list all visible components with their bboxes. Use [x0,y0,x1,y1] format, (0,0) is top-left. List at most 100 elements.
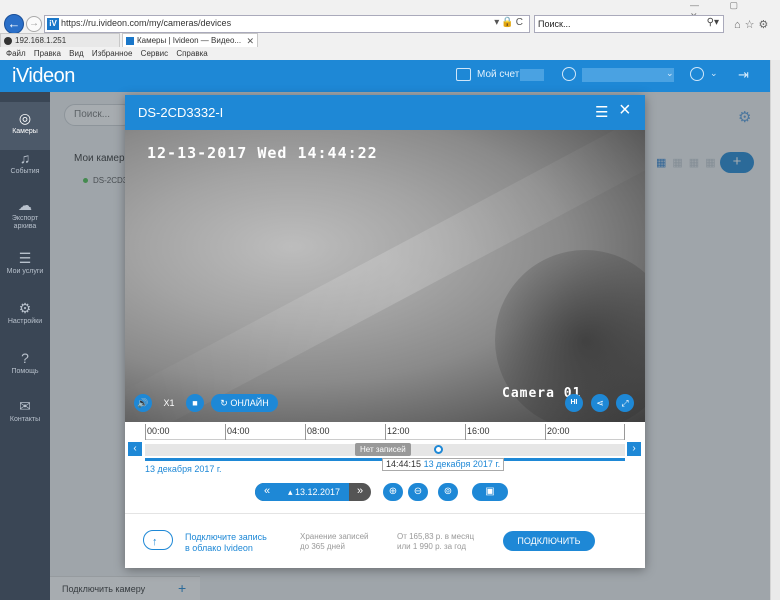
sidebar-item-services[interactable]: ☰ Мои услуги [0,242,50,290]
quality-button[interactable]: HI [565,394,583,412]
question-icon: ? [21,350,29,366]
timeline-cursor-tooltip: 14:44:15 13 декабря 2017 г. [382,458,505,471]
sidebar-item-settings[interactable]: ⚙ Настройки [0,292,50,340]
volume-button[interactable]: 🔊 [134,394,152,412]
search-icon[interactable]: ⚲▾ [707,17,719,28]
promo-text-line: до 365 дней [300,542,345,551]
video-timestamp: 12-13-2017 Wed 14:44:22 [147,144,378,162]
promo-text-line: или 1 990 р. за год [397,542,466,551]
sidebar-item-export[interactable]: ☁ Экспорт архива [0,189,50,237]
browser-toolbar-icons[interactable]: ⌂☆⚙ [734,18,772,31]
no-records-badge: Нет записей [355,443,411,456]
browser-search-input[interactable]: Поиск... ⚲▾ [534,15,724,33]
video-player[interactable]: 12-13-2017 Wed 14:44:22 Camera 01 🔊 X1 ■… [125,130,645,422]
tab-favicon-icon [4,37,12,45]
zoom-in-button[interactable]: ⊕ [383,483,403,501]
address-url: https://ru.ivideon.com/my/cameras/device… [61,18,232,28]
address-bar-icons[interactable]: ▾🔒C [494,17,525,28]
sidebar-item-label: Помощь [11,368,39,375]
share-button[interactable]: ⋖ [591,394,609,412]
browser-search-placeholder: Поиск... [538,19,571,29]
refresh-icon: ↻ [220,398,231,408]
hour-label: 16:00 [467,426,490,436]
menu-file[interactable]: Файл [6,48,26,60]
account-balance-hidden [520,69,544,81]
archive-timeline[interactable]: ‹ › 00:00 04:00 08:00 12:00 16:00 20:00 … [125,422,645,492]
chevron-down-icon[interactable]: ⌄ [710,68,718,79]
list-icon: ☰ [18,250,32,266]
sidebar: ◎ Камеры ♫ События ☁ Экспорт архива ☰ Мо… [0,92,50,600]
forward-button[interactable]: → [26,16,42,32]
next-day-button[interactable]: » [349,483,371,501]
stop-icon: ■ [192,398,198,408]
timeline-date: 13 декабря 2017 г. [145,464,222,474]
logout-icon[interactable]: ⇥ [738,67,749,83]
upload-arrow-icon: ↑ [152,536,158,548]
tab-close-icon[interactable]: ✕ [246,34,254,47]
hour-label: 20:00 [547,426,570,436]
logo[interactable]: iVideon [12,65,75,88]
sidebar-item-events[interactable]: ♫ События [0,142,50,190]
save-button[interactable]: ▣ [472,483,508,501]
hour-label: 04:00 [227,426,250,436]
promo-text-line: в облако Ivideon [185,543,253,553]
zoom-reset-icon: ⊚ [443,486,453,497]
zoom-out-button[interactable]: ⊖ [408,483,428,501]
modal-header: DS-2CD3332-I ☰ × [125,95,645,130]
zoom-reset-button[interactable]: ⊚ [438,483,458,501]
speed-button[interactable]: X1 [160,394,178,412]
app-header: iVideon Мой счет: ⌄ ⌄ ⇥ [0,60,770,92]
wallet-icon [456,68,471,81]
tab-ip[interactable]: 192.168.1.251 [0,33,120,47]
promo-text-line: От 165,83 р. в месяц [397,532,475,541]
account-label[interactable]: Мой счет: [477,69,522,80]
gear-icon: ⚙ [18,300,32,316]
tab-label: Камеры | Ivideon — Видео... [137,36,242,45]
menu-favorites[interactable]: Избранное [92,48,133,60]
timeline-next-button[interactable]: › [627,442,641,456]
save-icon: ▣ [485,486,495,497]
menu-edit[interactable]: Правка [34,48,61,60]
user-icon[interactable] [562,67,576,81]
online-button[interactable]: ↻ ОНЛАЙН [211,394,278,412]
menu-view[interactable]: Вид [69,48,83,60]
menu-tools[interactable]: Сервис [141,48,168,60]
tab-favicon-icon [126,37,134,45]
hour-label: 12:00 [387,426,410,436]
globe-icon[interactable] [690,67,704,81]
stop-button[interactable]: ■ [186,394,204,412]
modal-title: DS-2CD3332-I [138,105,224,120]
timeline-handle[interactable] [434,445,443,454]
online-label: ОНЛАЙН [230,398,269,408]
prev-day-button[interactable]: « [255,483,279,501]
cloud-promo: ↑ Подключите запись в облако Ivideon Хра… [125,513,645,568]
site-favicon-icon: iV [47,18,59,30]
cloud-upload-icon [143,530,173,550]
chevron-down-icon[interactable]: ⌄ [666,68,674,79]
date-navigator: « ▴ 13.12.2017 » [255,483,371,501]
sidebar-item-label: Мои услуги [6,268,44,275]
menu-icon[interactable]: ☰ [595,103,608,121]
promo-link[interactable]: Подключите запись в облако Ivideon [185,532,267,554]
date-value: 13.12.2017 [294,487,341,497]
menu-help[interactable]: Справка [176,48,207,60]
share-icon: ⋖ [596,398,604,408]
tab-cameras[interactable]: Камеры | Ivideon — Видео... ✕ [122,33,258,47]
user-name-hidden[interactable] [582,68,674,82]
sidebar-item-help[interactable]: ? Помощь [0,342,50,390]
browser-chrome: — ▢ ✕ ← → iV https://ru.ivideon.com/my/c… [0,0,780,60]
chevron-up-icon: ▴ [287,487,295,497]
sidebar-item-label: Камеры [12,128,38,135]
address-bar[interactable]: iV https://ru.ivideon.com/my/cameras/dev… [44,15,530,33]
back-button[interactable]: ← [4,14,24,34]
mail-icon: ✉ [19,398,31,414]
date-picker[interactable]: ▴ 13.12.2017 [279,483,349,501]
timeline-prev-button[interactable]: ‹ [128,442,142,456]
sidebar-item-contacts[interactable]: ✉ Контакты [0,390,50,438]
sidebar-item-label: События [10,168,40,175]
page-scrollbar[interactable] [770,60,780,600]
timeline-ruler: 00:00 04:00 08:00 12:00 16:00 20:00 [145,424,625,440]
close-icon[interactable]: × [619,100,631,120]
fullscreen-button[interactable]: ⤢ [616,394,634,412]
connect-button[interactable]: ПОДКЛЮЧИТЬ [503,531,595,551]
